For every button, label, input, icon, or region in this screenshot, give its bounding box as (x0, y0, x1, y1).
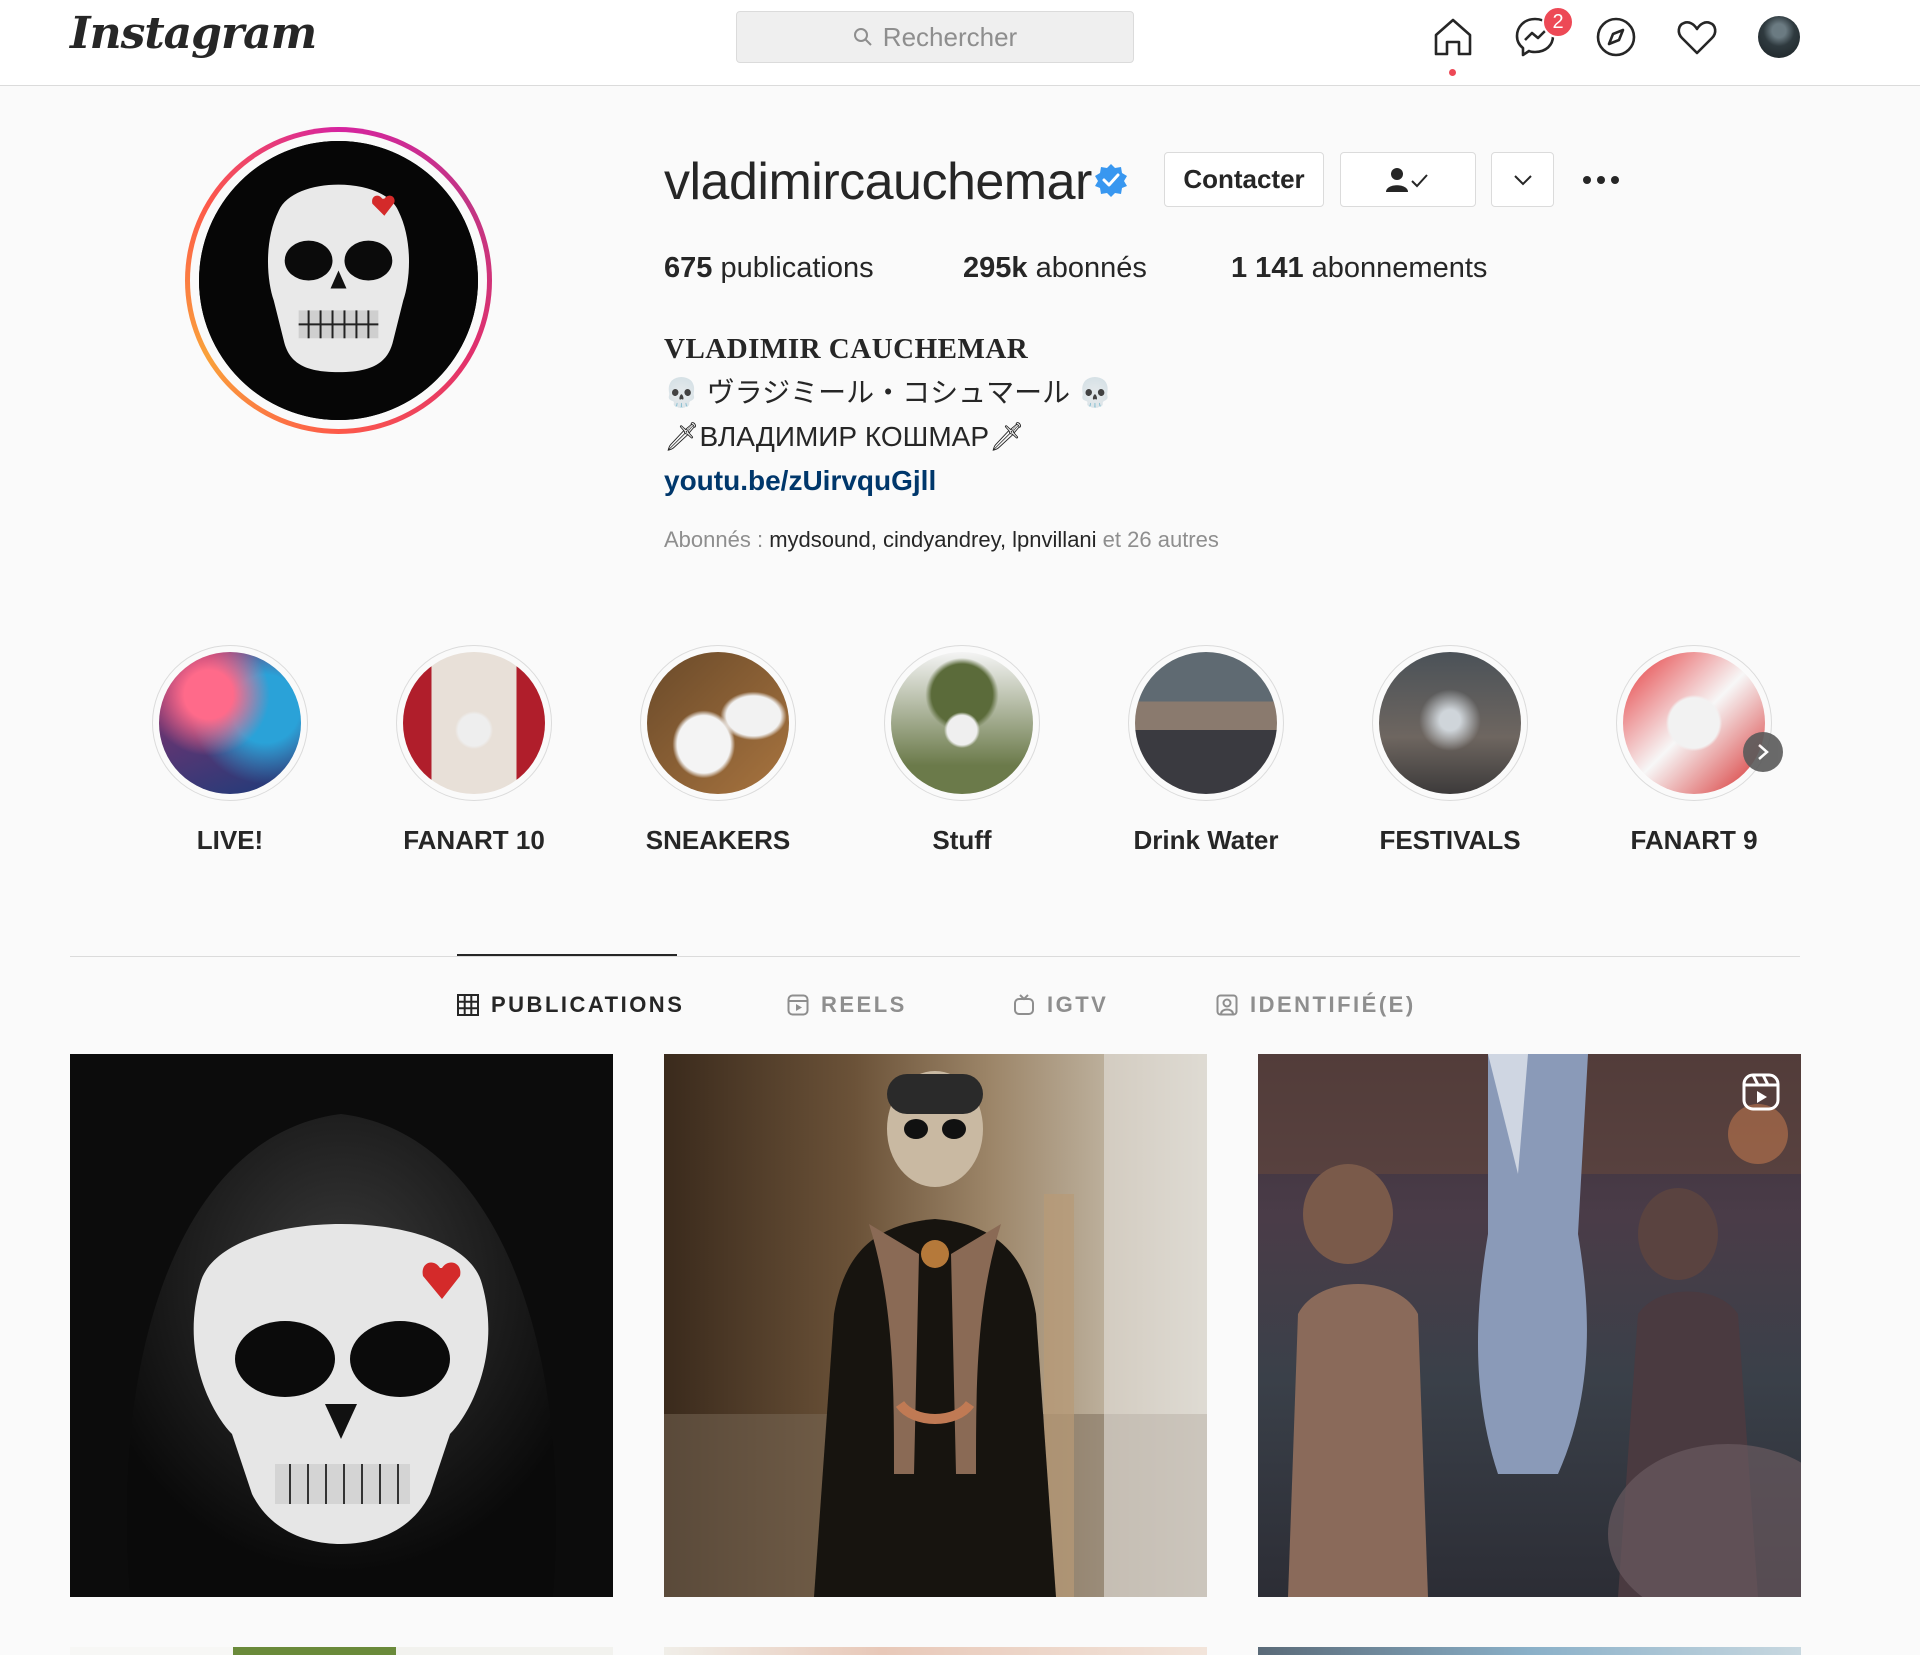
tab-label: REELS (821, 992, 907, 1017)
reels-icon (787, 994, 809, 1016)
user-check-icon (1386, 167, 1428, 192)
followed-by-user[interactable]: mydsound (769, 527, 871, 552)
followed-by-text[interactable]: Abonnés : mydsound, cindyandrey, lpnvill… (664, 527, 1219, 553)
active-tab-indicator (457, 954, 677, 956)
top-navbar: Instagram Rechercher 2 (0, 0, 1920, 86)
highlight-label: FESTIVALS (1379, 825, 1521, 855)
highlight-label: SNEAKERS (645, 825, 791, 855)
highlight-sneakers[interactable]: SNEAKERS (638, 645, 798, 856)
highlight-cover (891, 652, 1033, 794)
chevron-down-icon (1513, 174, 1532, 185)
post-image-crowd (1258, 1054, 1801, 1597)
search-input[interactable]: Rechercher (736, 11, 1134, 63)
highlight-cover (403, 652, 545, 794)
followed-by-user[interactable]: cindyandrey (883, 527, 1000, 552)
dot-icon (1611, 176, 1619, 184)
profile-avatar-small[interactable] (1758, 16, 1800, 58)
dot-icon (1583, 176, 1591, 184)
tagged-user-icon (1216, 994, 1238, 1016)
post-thumbnail[interactable] (664, 1054, 1207, 1597)
explore-button[interactable] (1593, 14, 1639, 60)
active-indicator-dot (1449, 69, 1456, 76)
post-thumbnail[interactable] (664, 1647, 1207, 1655)
bio-full-name: VLADIMIR CAUCHEMAR (664, 333, 1029, 365)
followers-count[interactable]: 295k abonnés (963, 252, 1147, 285)
highlight-cover (647, 652, 789, 794)
tab-reels[interactable]: REELS (787, 992, 907, 1018)
highlight-cover (1379, 652, 1521, 794)
highlight-fanart-10[interactable]: FANART 10 (394, 645, 554, 856)
profile-picture (199, 141, 478, 420)
tab-label: IDENTIFIÉ(E) (1250, 992, 1416, 1017)
posts-label: publications (712, 252, 874, 284)
highlight-drink-water[interactable]: Drink Water (1126, 645, 1286, 856)
highlight-cover (1135, 652, 1277, 794)
tabs-divider (70, 956, 1800, 957)
following-value: 1 141 (1231, 252, 1304, 284)
profile-avatar[interactable] (185, 127, 492, 434)
highlight-cover (159, 652, 301, 794)
post-image-robed-figure (664, 1054, 1207, 1597)
highlight-cover (1623, 652, 1765, 794)
reels-overlay-icon (1742, 1073, 1780, 1111)
instagram-logo[interactable]: Instagram (70, 8, 317, 59)
verified-badge-icon (1095, 164, 1127, 197)
tab-publications[interactable]: PUBLICATIONS (457, 992, 684, 1018)
messages-button[interactable]: 2 (1512, 6, 1574, 60)
following-button[interactable] (1340, 152, 1476, 207)
grid-icon (457, 994, 479, 1016)
more-options-button[interactable] (1573, 164, 1629, 196)
highlight-label: Stuff (932, 825, 992, 855)
compass-icon (1596, 17, 1636, 57)
followed-by-suffix: et 26 autres (1096, 527, 1219, 552)
post-thumbnail[interactable] (70, 1647, 613, 1655)
skull-image (199, 141, 478, 420)
igtv-icon (1014, 994, 1034, 1015)
highlight-label: FANART 9 (1630, 825, 1758, 855)
highlight-live[interactable]: LIVE! (150, 645, 310, 856)
posts-count: 675 publications (664, 252, 874, 285)
bio-line-russian: 🗡ВЛАДИМИР КОШМАР🗡 (664, 421, 1025, 452)
highlight-label: FANART 10 (403, 825, 545, 855)
highlight-label: Drink Water (1133, 825, 1279, 855)
post-thumbnail[interactable] (1258, 1647, 1801, 1655)
chevron-right-icon (1758, 744, 1769, 760)
messages-badge: 2 (1542, 6, 1574, 38)
activity-button[interactable] (1674, 14, 1720, 60)
highlight-label: LIVE! (196, 825, 264, 855)
highlight-stuff[interactable]: Stuff (882, 645, 1042, 856)
followed-by-user[interactable]: lpnvillani (1012, 527, 1096, 552)
profile-username: vladimircauchemar (664, 153, 1092, 211)
tab-igtv[interactable]: IGTV (1013, 992, 1108, 1018)
bio-link[interactable]: youtu.be/zUirvquGjll (664, 459, 1113, 503)
post-thumbnail[interactable] (1258, 1054, 1801, 1597)
following-label: abonnements (1303, 252, 1488, 284)
post-thumbnail[interactable] (70, 1054, 613, 1597)
tab-label: PUBLICATIONS (491, 992, 685, 1017)
following-count[interactable]: 1 141 abonnements (1231, 252, 1487, 285)
followers-label: abonnés (1027, 252, 1147, 284)
dot-icon (1597, 176, 1605, 184)
followers-value: 295k (963, 252, 1028, 284)
home-icon (1434, 18, 1472, 56)
post-image-skull-hoodie (70, 1054, 613, 1597)
search-icon (853, 28, 872, 46)
highlights-next-button[interactable] (1743, 732, 1783, 772)
bio-line-japanese: 💀 ヴラジミール・コシュマール 💀 (664, 377, 1113, 408)
tab-label: IGTV (1047, 992, 1109, 1017)
home-button[interactable] (1430, 14, 1476, 76)
heart-icon (1677, 21, 1717, 55)
profile-bio: VLADIMIR CAUCHEMAR 💀 ヴラジミール・コシュマール 💀 🗡ВЛ… (664, 327, 1113, 503)
search-placeholder: Rechercher (882, 21, 1018, 52)
posts-value: 675 (664, 252, 713, 284)
followed-by-prefix: Abonnés : (664, 527, 770, 552)
suggestions-dropdown-button[interactable] (1491, 152, 1554, 207)
highlight-festivals[interactable]: FESTIVALS (1370, 645, 1530, 856)
tab-tagged[interactable]: IDENTIFIÉ(E) (1216, 992, 1416, 1018)
contact-button[interactable]: Contacter (1164, 152, 1324, 207)
